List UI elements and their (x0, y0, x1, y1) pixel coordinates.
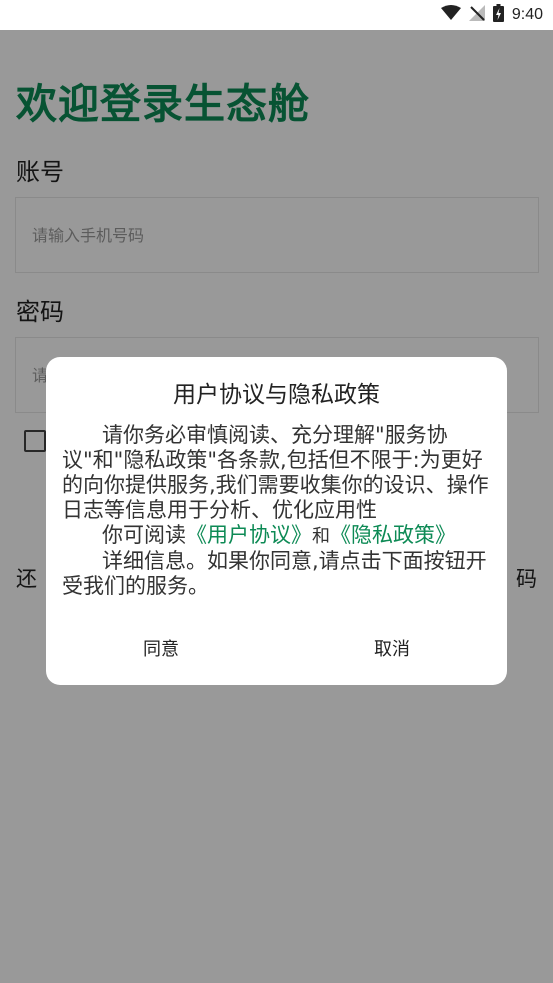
dialog-title: 用户协议与隐私政策 (173, 382, 380, 408)
agreement-dialog: 用户协议与隐私政策 请你务必审慎阅读、充分理解"服务协议"和"隐私政策"各条款,… (46, 357, 507, 685)
dialog-intro-text: 请你务必审慎阅读、充分理解"服务协议"和"隐私政策"各条款,包括但不限于:为更好… (62, 423, 489, 522)
battery-charging-icon (492, 4, 504, 26)
read-prefix-text: 你可阅读 (102, 523, 186, 547)
and-text: 和 (312, 526, 330, 547)
dialog-paragraph-links: 你可阅读《用户协议》和《隐私政策》 (62, 523, 492, 549)
dialog-paragraph-details: 详细信息。如果你同意,请点击下面按钮开受我们的服务。 (62, 549, 492, 599)
agree-button[interactable]: 同意 (71, 635, 251, 661)
dialog-body: 请你务必审慎阅读、充分理解"服务协议"和"隐私政策"各条款,包括但不限于:为更好… (62, 423, 492, 599)
privacy-policy-link[interactable]: 《隐私政策》 (330, 523, 456, 547)
wifi-icon (440, 5, 461, 25)
dialog-details-text: 详细信息。如果你同意,请点击下面按钮开受我们的服务。 (62, 549, 487, 598)
dialog-paragraph-intro: 请你务必审慎阅读、充分理解"服务协议"和"隐私政策"各条款,包括但不限于:为更好… (62, 423, 492, 523)
user-agreement-link[interactable]: 《用户协议》 (186, 523, 312, 547)
status-time: 9:40 (511, 6, 543, 23)
cancel-button[interactable]: 取消 (302, 635, 482, 661)
no-signal-icon (468, 5, 485, 25)
status-bar: 9:40 (0, 0, 553, 30)
